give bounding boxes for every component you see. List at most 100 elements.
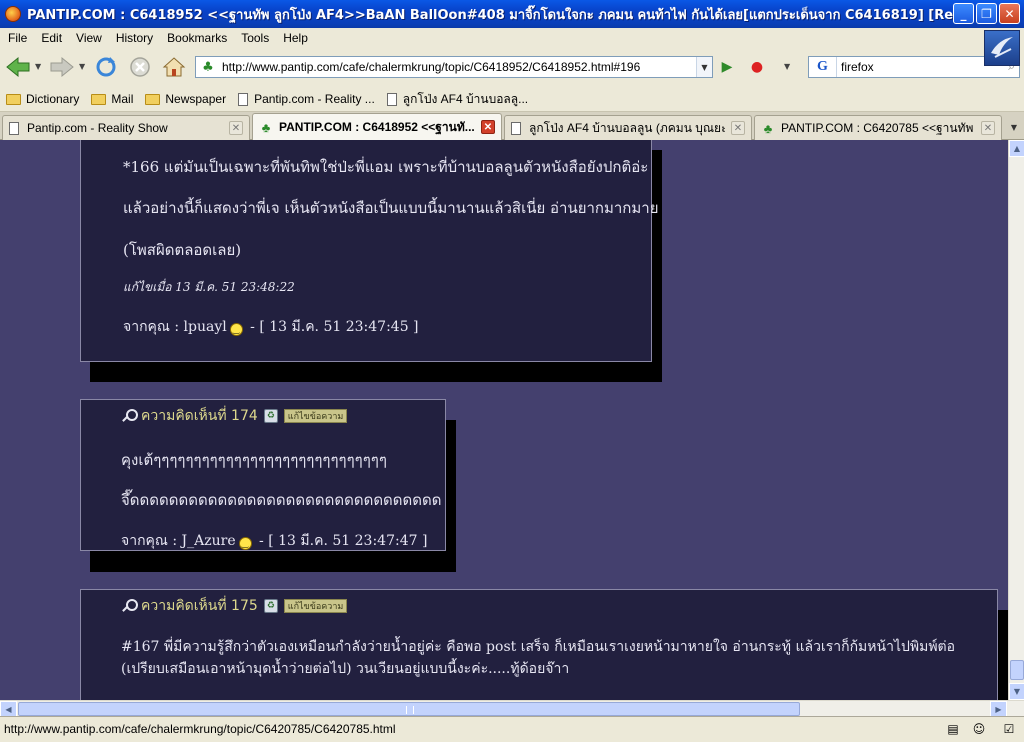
comment-text: คุงเต้ๆๆๆๆๆๆๆๆๆๆๆๆๆๆๆๆๆๆๆๆๆๆๆๆๆๆๆๆๆ	[121, 451, 387, 469]
post-timestamp: - [ 13 มี.ค. 51 23:47:47 ]	[254, 533, 428, 549]
magnifier-icon	[121, 598, 138, 614]
reload-icon	[96, 57, 116, 77]
menu-bookmarks[interactable]: Bookmarks	[167, 31, 227, 45]
comment-number: ความคิดเห็นที่ 174	[141, 408, 258, 424]
comment-number: ความคิดเห็นที่ 175	[141, 598, 258, 614]
menu-edit[interactable]: Edit	[41, 31, 62, 45]
bookmark-folder-dictionary[interactable]: Dictionary	[6, 92, 79, 106]
comment-box: ความคิดเห็นที่ 175 ♻ แก้ไขข้อความ #167 พ…	[80, 589, 998, 700]
tab-balloon-af4[interactable]: ลูกโป่ง AF4 บ้านบอลลูน (ภคมน บุณยะฏ... ✕	[504, 115, 752, 140]
comment-text: *166 แต่มันเป็นเฉพาะที่พันทิพใช่ป่ะพี่แอ…	[123, 158, 649, 176]
navigation-toolbar: ▼ ▼ ♣ ▼ ▶ ● ▼ G ⌕	[0, 47, 1024, 87]
throbber-icon	[984, 30, 1020, 66]
page-info-icon[interactable]: ▤	[944, 721, 962, 737]
forward-history-dropdown-icon[interactable]: ▼	[79, 62, 85, 71]
menu-history[interactable]: History	[116, 31, 153, 45]
menu-tools[interactable]: Tools	[241, 31, 269, 45]
forward-button[interactable]	[48, 53, 76, 81]
comment-text: แล้วอย่างนี้ก็แสดงว่าพี่เจ เห็นตัวหนังสื…	[123, 199, 659, 217]
comment-box: *166 แต่มันเป็นเฉพาะที่พันทิพใช่ป่ะพี่แอ…	[80, 140, 659, 362]
smiley-icon: ‿	[229, 323, 243, 336]
close-tab-icon[interactable]: ✕	[981, 121, 995, 135]
vertical-scrollbar[interactable]: ▲ ▼	[1008, 140, 1024, 700]
window-titlebar[interactable]: PANTIP.COM : C6418952 <<ฐานทัพ ลูกโป่ง A…	[0, 0, 1024, 28]
tab-pantip-reality-show[interactable]: Pantip.com - Reality Show ✕	[2, 115, 250, 140]
cactus-favicon-icon: ♣	[763, 120, 773, 136]
vertical-scroll-thumb[interactable]	[1010, 660, 1024, 680]
window-title: PANTIP.COM : C6418952 <<ฐานทัพ ลูกโป่ง A…	[27, 7, 967, 23]
scroll-left-icon[interactable]: ◀	[0, 701, 17, 717]
horizontal-scroll-thumb[interactable]	[18, 702, 800, 716]
horizontal-scrollbar[interactable]: ◀ ▶	[0, 700, 1024, 717]
bookmark-label: Newspaper	[165, 92, 227, 106]
scroll-down-icon[interactable]: ▼	[1009, 683, 1024, 700]
checkmark-icon[interactable]: ☑	[1000, 721, 1018, 737]
search-engine-google-icon[interactable]: G	[809, 57, 837, 77]
recycle-bin-icon[interactable]: ♻	[263, 599, 278, 613]
author-name: จากคุณ : lpuayl	[123, 319, 227, 335]
folder-icon	[6, 93, 21, 105]
extension-icon[interactable]: ●	[747, 57, 767, 77]
back-arrow-icon	[6, 56, 30, 78]
tab-c6418952[interactable]: ♣ PANTIP.COM : C6418952 <<ฐานทั... ✕	[252, 113, 502, 140]
comment-author: จากคุณ : J_Azure ‿ - [ 13 มี.ค. 51 23:47:…	[121, 530, 427, 552]
go-button[interactable]: ▶	[717, 58, 737, 76]
status-url: http://www.pantip.com/cafe/chalermkrung/…	[4, 722, 396, 736]
close-tab-icon[interactable]: ✕	[481, 120, 495, 134]
bookmark-pantip-reality[interactable]: Pantip.com - Reality ...	[238, 92, 375, 106]
menu-view[interactable]: View	[76, 31, 102, 45]
bookmark-label: Mail	[111, 92, 134, 106]
menu-file[interactable]: File	[8, 31, 27, 45]
back-button[interactable]	[4, 53, 32, 81]
recycle-bin-icon[interactable]: ♻	[263, 409, 278, 423]
close-tab-icon[interactable]: ✕	[731, 121, 745, 135]
tab-label: ลูกโป่ง AF4 บ้านบอลลูน (ภคมน บุณยะฏ...	[529, 120, 725, 135]
bookmark-label: Dictionary	[26, 92, 80, 106]
page-icon	[511, 121, 521, 135]
smiley-icon: ‿	[238, 537, 252, 550]
url-history-dropdown-icon[interactable]: ▼	[696, 57, 712, 77]
url-input[interactable]	[222, 60, 692, 74]
menu-help[interactable]: Help	[283, 31, 308, 45]
edit-comment-button[interactable]: แก้ไขข้อความ	[283, 599, 348, 613]
page-icon	[9, 121, 19, 135]
firefox-icon	[5, 6, 21, 22]
bookmark-label: ลูกโป่ง AF4 บ้านบอลลู...	[402, 91, 529, 106]
tab-label: Pantip.com - Reality Show	[27, 121, 168, 135]
reload-button[interactable]	[92, 53, 120, 81]
scroll-right-icon[interactable]: ▶	[990, 701, 1007, 717]
minimize-button[interactable]: _	[953, 3, 974, 24]
tab-c6420785[interactable]: ♣ PANTIP.COM : C6420785 <<ฐานทัพ ลู... ✕	[754, 115, 1002, 140]
comment-text: จึ๊ดดดดดดดดดดดดดดดดดดดดดดดดดดดดดดดด	[121, 491, 442, 509]
page-icon	[386, 92, 397, 106]
comment-author: จากคุณ : lpuayl ‿ - [ 13 มี.ค. 51 23:47:4…	[123, 316, 419, 338]
bookmark-balloon-af4[interactable]: ลูกโป่ง AF4 บ้านบอลลู...	[386, 90, 529, 109]
search-input[interactable]	[841, 60, 991, 74]
magnifier-icon	[121, 408, 138, 424]
home-button[interactable]	[160, 53, 188, 81]
bookmark-folder-newspaper[interactable]: Newspaper	[145, 92, 226, 106]
edit-comment-button[interactable]: แก้ไขข้อความ	[283, 409, 348, 423]
url-bar[interactable]: ♣ ▼	[195, 56, 713, 78]
close-tab-icon[interactable]: ✕	[229, 121, 243, 135]
page-icon	[238, 92, 249, 106]
bookmark-folder-mail[interactable]: Mail	[91, 92, 133, 106]
smiley-addon-icon[interactable]: ☺	[970, 721, 988, 737]
back-history-dropdown-icon[interactable]: ▼	[35, 62, 41, 71]
cactus-favicon-icon: ♣	[261, 119, 271, 135]
restore-button[interactable]: ❐	[976, 3, 997, 24]
page-content[interactable]: *166 แต่มันเป็นเฉพาะที่พันทิพใช่ป่ะพี่แอ…	[0, 140, 1008, 700]
post-timestamp: - [ 13 มี.ค. 51 23:47:45 ]	[245, 319, 419, 335]
comment-box: ความคิดเห็นที่ 174 ♻ แก้ไขข้อความ คุงเต้…	[80, 399, 446, 551]
close-window-button[interactable]: ✕	[999, 3, 1020, 24]
author-name: จากคุณ : J_Azure	[121, 533, 236, 549]
home-icon	[162, 57, 186, 77]
scroll-up-icon[interactable]: ▲	[1009, 140, 1024, 157]
stop-button[interactable]	[126, 53, 154, 81]
tab-label: PANTIP.COM : C6420785 <<ฐานทัพ ลู...	[781, 120, 975, 135]
comment-header: ความคิดเห็นที่ 175 ♻ แก้ไขข้อความ	[121, 595, 348, 617]
extension-dropdown-icon[interactable]: ▼	[784, 62, 790, 71]
tab-list-dropdown-icon[interactable]: ▼	[1006, 118, 1022, 136]
bookmarks-toolbar: Dictionary Mail Newspaper Pantip.com - R…	[0, 87, 1024, 112]
edited-timestamp: แก้ไขเมื่อ 13 มี.ค. 51 23:48:22	[123, 280, 295, 294]
